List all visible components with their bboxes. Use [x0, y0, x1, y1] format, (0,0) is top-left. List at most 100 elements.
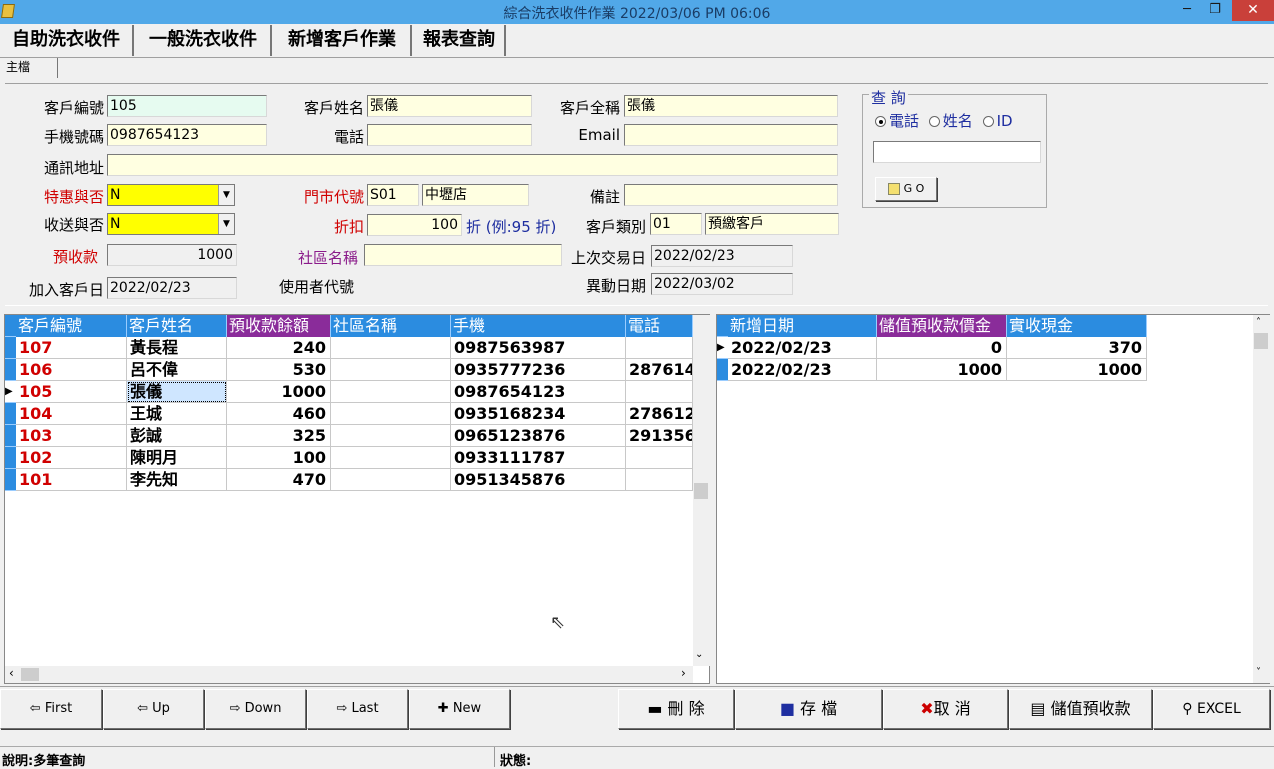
table-cell[interactable]: 102 — [16, 447, 127, 469]
row-indicator[interactable]: ▶ — [5, 381, 16, 403]
table-cell[interactable]: 0951345876 — [451, 469, 626, 491]
minimize-button[interactable]: ─ — [1172, 0, 1202, 22]
radio-phone[interactable] — [875, 116, 886, 127]
col-header-add-date[interactable]: 新增日期 — [728, 315, 877, 337]
table-cell[interactable] — [626, 381, 693, 403]
tab-report-query[interactable]: 報表查詢 — [414, 25, 506, 56]
query-input[interactable] — [873, 141, 1041, 163]
table-cell[interactable]: 0987654123 — [451, 381, 626, 403]
table-cell[interactable]: 1000 — [877, 359, 1007, 381]
table-cell[interactable]: 460 — [227, 403, 331, 425]
new-button[interactable]: ✚ New — [409, 689, 510, 729]
scroll-left-icon[interactable]: ‹ — [9, 666, 14, 680]
table-cell[interactable] — [331, 359, 451, 381]
table-cell[interactable]: 470 — [227, 469, 331, 491]
table-cell[interactable]: 呂不偉 — [127, 359, 227, 381]
row-indicator[interactable] — [5, 403, 16, 425]
table-cell[interactable]: 0965123876 — [451, 425, 626, 447]
scroll-thumb[interactable] — [694, 483, 708, 499]
tab-new-customer[interactable]: 新增客戶作業 — [274, 25, 412, 56]
vertical-scrollbar[interactable]: ⌄ — [693, 315, 710, 666]
table-cell[interactable] — [331, 403, 451, 425]
scroll-thumb[interactable] — [1254, 333, 1268, 349]
hscroll-thumb[interactable] — [21, 668, 39, 681]
table-cell[interactable] — [331, 469, 451, 491]
first-button[interactable]: ⇦ First — [0, 689, 102, 729]
delivery-select[interactable]: N ▼ — [107, 213, 235, 235]
tab-general-laundry[interactable]: 一般洗衣收件 — [136, 25, 272, 56]
tab-master[interactable]: 主檔 — [0, 58, 58, 78]
restore-button[interactable]: ❐ — [1200, 0, 1230, 22]
tab-self-laundry[interactable]: 自助洗衣收件 — [0, 25, 134, 56]
row-indicator[interactable] — [5, 337, 16, 359]
table-cell[interactable]: 104 — [16, 403, 127, 425]
table-cell[interactable]: 105 — [16, 381, 127, 403]
table-cell[interactable]: 100 — [227, 447, 331, 469]
go-button[interactable]: G O — [875, 177, 937, 201]
table-cell[interactable] — [331, 425, 451, 447]
mobile-field[interactable]: 0987654123 — [107, 124, 267, 146]
special-select[interactable]: N ▼ — [107, 184, 235, 206]
store-code-field[interactable]: S01 — [367, 184, 419, 206]
table-cell[interactable]: 0933111787 — [451, 447, 626, 469]
col-header-mobile[interactable]: 手機 — [451, 315, 626, 337]
scroll-down-icon[interactable]: ˅ — [1256, 667, 1261, 678]
table-cell[interactable]: 370 — [1007, 337, 1147, 359]
table-cell[interactable]: 240 — [227, 337, 331, 359]
vertical-scrollbar[interactable]: ˄ ˅ — [1253, 315, 1270, 683]
table-cell[interactable]: 2786124 — [626, 403, 693, 425]
save-button[interactable]: ■ 存 檔 — [735, 689, 882, 729]
address-field[interactable] — [107, 154, 838, 176]
table-cell[interactable]: 530 — [227, 359, 331, 381]
col-header-cash[interactable]: 實收現金 — [1007, 315, 1147, 337]
table-cell[interactable]: 0987563987 — [451, 337, 626, 359]
table-cell[interactable] — [331, 337, 451, 359]
table-cell[interactable]: 黃長程 — [127, 337, 227, 359]
col-header-community[interactable]: 社區名稱 — [331, 315, 451, 337]
customer-grid[interactable]: 客戶編號 客戶姓名 預收款餘額 社區名稱 手機 電話 107 黃長程 240 0987… — [4, 314, 710, 684]
scroll-up-icon[interactable]: ˄ — [1256, 317, 1261, 328]
delete-button[interactable]: ▬ 刪 除 — [618, 689, 734, 729]
table-cell[interactable] — [331, 447, 451, 469]
community-field[interactable] — [364, 244, 562, 266]
customer-no-field[interactable]: 105 — [107, 95, 267, 117]
table-cell[interactable]: 2876147 — [626, 359, 693, 381]
discount-field[interactable]: 100 — [367, 214, 462, 236]
row-indicator[interactable] — [717, 359, 728, 381]
col-header-stored-value[interactable]: 儲值預收款價金 — [877, 315, 1007, 337]
close-button[interactable]: ✕ — [1232, 0, 1274, 21]
table-cell[interactable]: 1000 — [1007, 359, 1147, 381]
prepay-button[interactable]: ▤ 儲值預收款 — [1009, 689, 1152, 729]
table-cell[interactable]: 張儀 — [127, 381, 227, 403]
remark-field[interactable] — [624, 184, 838, 206]
horizontal-scrollbar[interactable]: ‹ › — [5, 666, 693, 683]
table-cell[interactable] — [626, 337, 693, 359]
customer-fullname-field[interactable]: 張儀 — [624, 95, 838, 117]
table-cell[interactable]: 106 — [16, 359, 127, 381]
prepay-history-grid[interactable]: 新增日期 儲值預收款價金 實收現金 ▶ 2022/02/23 0 370 2022/02… — [716, 314, 1270, 684]
table-cell[interactable] — [626, 469, 693, 491]
table-cell[interactable]: 0935168234 — [451, 403, 626, 425]
table-cell[interactable]: 325 — [227, 425, 331, 447]
row-indicator[interactable] — [5, 359, 16, 381]
row-indicator[interactable] — [5, 425, 16, 447]
table-cell[interactable]: 101 — [16, 469, 127, 491]
customer-name-field[interactable]: 張儀 — [367, 95, 532, 117]
col-header-customer-no[interactable]: 客戶編號 — [16, 315, 127, 337]
table-cell[interactable]: 2022/02/23 — [728, 359, 877, 381]
table-cell[interactable]: 陳明月 — [127, 447, 227, 469]
table-cell[interactable]: 彭誠 — [127, 425, 227, 447]
col-header-prepay-balance[interactable]: 預收款餘額 — [227, 315, 331, 337]
row-indicator[interactable] — [5, 469, 16, 491]
scroll-right-icon[interactable]: › — [681, 666, 686, 680]
radio-name[interactable] — [928, 116, 940, 127]
table-cell[interactable]: 0935777236 — [451, 359, 626, 381]
col-header-customer-name[interactable]: 客戶姓名 — [127, 315, 227, 337]
table-cell[interactable]: 1000 — [227, 381, 331, 403]
category-code-field[interactable]: 01 — [650, 213, 702, 235]
phone-field[interactable] — [367, 124, 532, 146]
radio-id[interactable] — [982, 116, 994, 127]
chevron-down-icon[interactable]: ▼ — [218, 214, 234, 234]
cancel-button[interactable]: ✖取 消 — [883, 689, 1008, 729]
table-cell[interactable]: 2022/02/23 — [728, 337, 877, 359]
